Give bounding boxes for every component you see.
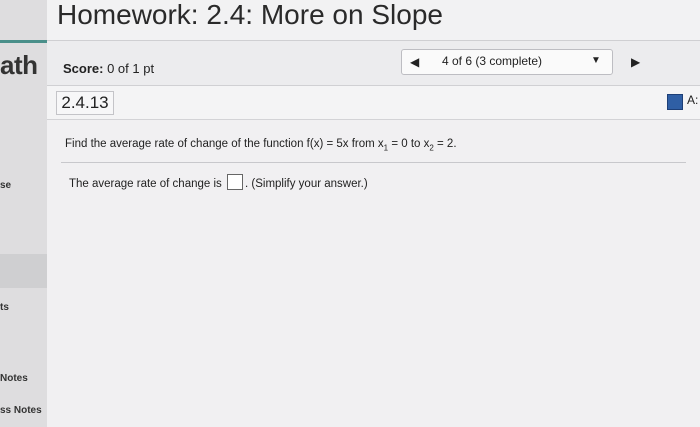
answer-prefix: The average rate of change is — [69, 178, 222, 190]
question-content: Find the average rate of change of the f… — [47, 120, 700, 427]
tool-icon[interactable] — [667, 94, 683, 110]
question-header: 2.4.13 A: — [47, 86, 700, 120]
answer-suffix: . (Simplify your answer.) — [245, 178, 368, 190]
page-title: Homework: 2.4: More on Slope — [57, 0, 443, 30]
sidebar-item-notes[interactable]: Notes — [0, 373, 28, 384]
question-instruction: Find the average rate of change of the f… — [65, 138, 457, 152]
sidebar-highlight-band — [0, 254, 47, 288]
question-selector[interactable]: 4 of 6 (3 complete) — [442, 54, 542, 68]
question-navigator: ◀ 4 of 6 (3 complete) ▼ — [401, 49, 613, 75]
answer-line: The average rate of change is . (Simplif… — [69, 174, 368, 190]
next-question-button[interactable]: ▶ — [631, 55, 640, 69]
answer-input[interactable] — [227, 174, 243, 190]
sidebar-item-se[interactable]: se — [0, 180, 11, 191]
question-id: 2.4.13 — [56, 91, 114, 115]
title-bar: Homework: 2.4: More on Slope — [47, 0, 700, 41]
instruction-prefix: Find the average rate of change of the f… — [65, 138, 384, 150]
instruction-mid: = 0 to x — [388, 138, 430, 150]
sidebar-item-class-notes[interactable]: ss Notes — [0, 405, 42, 416]
sidebar-accent-rule — [0, 40, 47, 43]
score-display: Score: 0 of 1 pt — [63, 61, 154, 76]
sidebar-item-ts[interactable]: ts — [0, 302, 9, 313]
score-bar: Score: 0 of 1 pt ◀ 4 of 6 (3 complete) ▼… — [47, 41, 700, 86]
score-value: 0 of 1 pt — [107, 61, 155, 76]
previous-question-button[interactable]: ◀ — [410, 55, 419, 69]
chevron-down-icon[interactable]: ▼ — [591, 55, 601, 66]
score-label: Score: — [63, 61, 104, 76]
left-sidebar: ath se ts Notes ss Notes — [0, 0, 48, 427]
divider — [61, 162, 686, 163]
tool-label[interactable]: A: — [687, 93, 698, 107]
instruction-suffix: = 2. — [433, 138, 457, 150]
sidebar-app-label: ath — [0, 50, 38, 80]
